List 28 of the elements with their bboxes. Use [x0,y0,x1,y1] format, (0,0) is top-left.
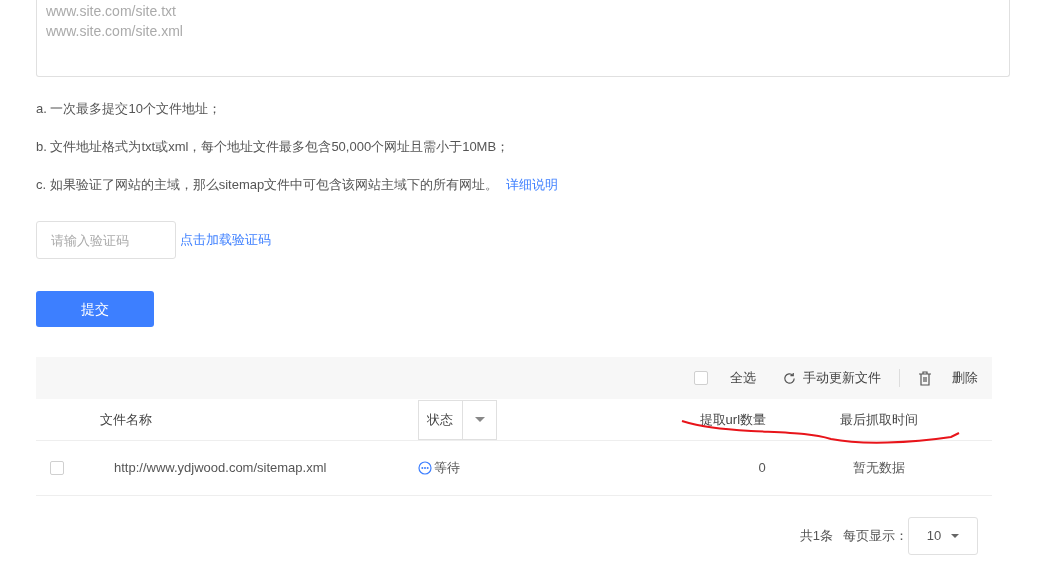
column-header: 文件名称 [100,411,152,427]
note-text: a. 一次最多提交10个文件地址； [36,100,221,118]
table-cell: 暂无数据 [852,460,905,476]
refresh-button[interactable]: 手动更新文件 [782,368,881,388]
refresh-icon [782,370,797,386]
details-link[interactable]: 详细说明 [506,175,559,195]
column-header: 提取url数量 [699,411,767,427]
select-all-label[interactable]: 全选 [730,368,756,388]
table-cell: 0 [758,460,766,476]
per-page-select[interactable]: 10 [908,517,978,555]
status-filter[interactable]: 状态 [418,399,498,440]
delete-button[interactable]: 删除 [918,368,978,388]
caret-icon [951,534,960,538]
trash-icon [918,370,932,386]
load-captcha-link[interactable]: 点击加载验证码 [180,230,271,250]
captcha-field[interactable]: 请输入验证码 [36,221,176,259]
column-header: 最后抓取时间 [840,411,919,427]
table-cell-text: http://www.ydjwood.com/sitemap.xml [114,459,327,478]
note-text: c. 如果验证了网站的主域，那么sitemap文件中可包含该网站主域下的所有网址。 [36,176,499,194]
caret-icon [474,417,485,422]
per-page-label: 每页显示： [843,527,908,546]
checkbox[interactable] [694,371,708,385]
note-text: b. 文件地址格式为txt或xml，每个地址文件最多包含50,000个网址且需小于10MB； [36,138,510,156]
table-cell-text: 等待 [433,459,460,478]
submit-button[interactable]: 提交 [36,291,154,327]
pending-icon [417,461,432,475]
total-count: 共1条 [799,527,833,546]
checkbox[interactable] [50,461,64,475]
